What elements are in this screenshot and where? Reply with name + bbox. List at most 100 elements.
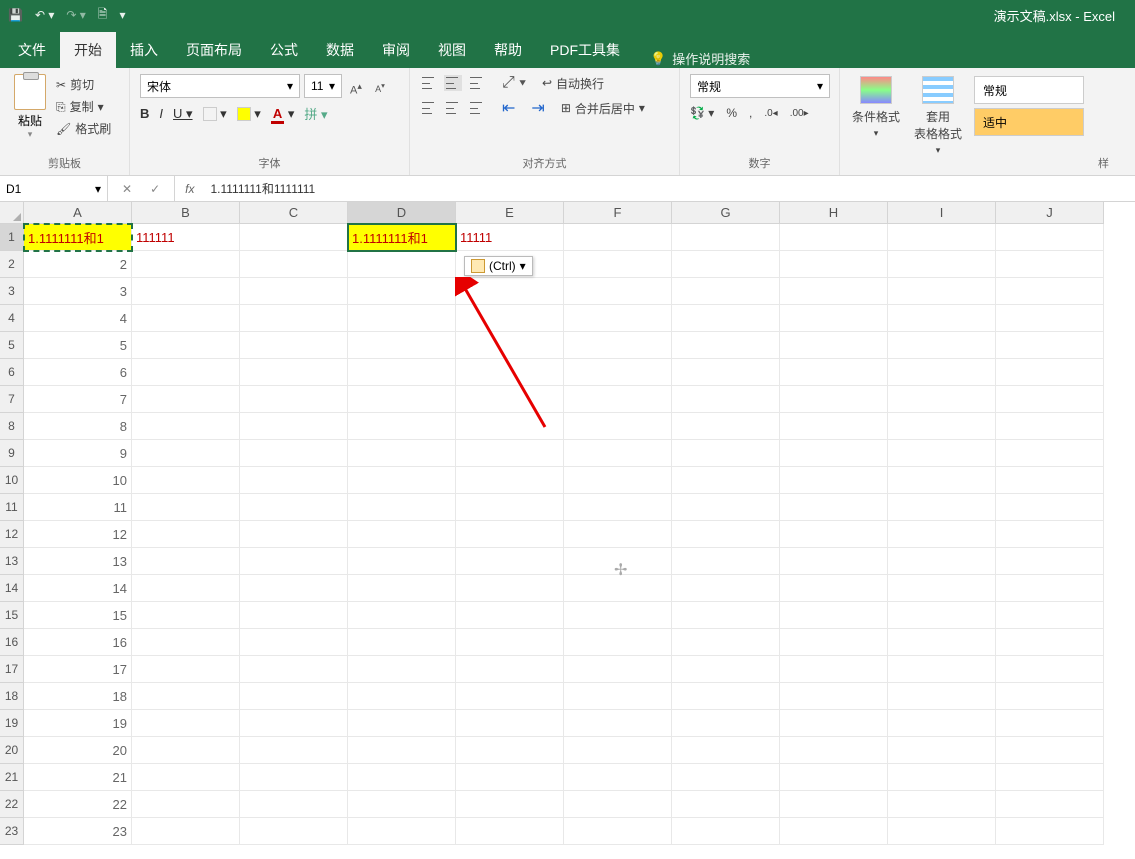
col-header-C[interactable]: C — [240, 202, 348, 224]
cell-I23[interactable] — [888, 818, 996, 845]
row-header-1[interactable]: 1 — [0, 224, 24, 251]
cell-G1[interactable] — [672, 224, 780, 251]
row-header-8[interactable]: 8 — [0, 413, 24, 440]
cell-B11[interactable] — [132, 494, 240, 521]
cell-H20[interactable] — [780, 737, 888, 764]
cell-H14[interactable] — [780, 575, 888, 602]
cell-F10[interactable] — [564, 467, 672, 494]
cell-J10[interactable] — [996, 467, 1104, 494]
cell-B8[interactable] — [132, 413, 240, 440]
cell-D12[interactable] — [348, 521, 456, 548]
fill-color-button[interactable]: ▾ — [237, 106, 261, 122]
cell-F16[interactable] — [564, 629, 672, 656]
col-header-G[interactable]: G — [672, 202, 780, 224]
cell-H11[interactable] — [780, 494, 888, 521]
cell-I16[interactable] — [888, 629, 996, 656]
cell-G23[interactable] — [672, 818, 780, 845]
cell-E4[interactable] — [456, 305, 564, 332]
cell-D3[interactable] — [348, 278, 456, 305]
fx-icon[interactable]: fx — [175, 182, 204, 196]
indent-left-button[interactable]: ⇤ — [502, 98, 515, 118]
cell-C15[interactable] — [240, 602, 348, 629]
cell-G9[interactable] — [672, 440, 780, 467]
align-left-button[interactable] — [420, 100, 438, 116]
cell-E5[interactable] — [456, 332, 564, 359]
cell-B22[interactable] — [132, 791, 240, 818]
col-header-D[interactable]: D — [348, 202, 456, 224]
cell-F12[interactable] — [564, 521, 672, 548]
cell-I15[interactable] — [888, 602, 996, 629]
cell-C21[interactable] — [240, 764, 348, 791]
cell-I12[interactable] — [888, 521, 996, 548]
cell-C13[interactable] — [240, 548, 348, 575]
cell-E10[interactable] — [456, 467, 564, 494]
confirm-edit-icon[interactable]: ✓ — [150, 182, 160, 196]
cell-D7[interactable] — [348, 386, 456, 413]
cell-A1[interactable]: 1.1111111和1 — [24, 224, 132, 251]
cell-H3[interactable] — [780, 278, 888, 305]
cell-F15[interactable] — [564, 602, 672, 629]
cell-H12[interactable] — [780, 521, 888, 548]
copy-button[interactable]: ⎘复制 ▾ — [56, 96, 111, 118]
cell-D21[interactable] — [348, 764, 456, 791]
cell-A22[interactable]: 22 — [24, 791, 132, 818]
cell-A21[interactable]: 21 — [24, 764, 132, 791]
cell-C5[interactable] — [240, 332, 348, 359]
cell-I13[interactable] — [888, 548, 996, 575]
cell-H1[interactable] — [780, 224, 888, 251]
row-header-18[interactable]: 18 — [0, 683, 24, 710]
cell-J18[interactable] — [996, 683, 1104, 710]
cell-H13[interactable] — [780, 548, 888, 575]
cell-H17[interactable] — [780, 656, 888, 683]
cut-button[interactable]: ✂剪切 — [56, 74, 111, 96]
cell-D13[interactable] — [348, 548, 456, 575]
format-painter-button[interactable]: 🖌格式刷 — [56, 118, 111, 140]
cell-H7[interactable] — [780, 386, 888, 413]
cell-J5[interactable] — [996, 332, 1104, 359]
cell-D11[interactable] — [348, 494, 456, 521]
cell-J6[interactable] — [996, 359, 1104, 386]
cell-styles-gallery[interactable]: 常规 适中 — [974, 76, 1084, 173]
cell-J23[interactable] — [996, 818, 1104, 845]
row-header-6[interactable]: 6 — [0, 359, 24, 386]
cell-I14[interactable] — [888, 575, 996, 602]
cell-F14[interactable] — [564, 575, 672, 602]
cell-A10[interactable]: 10 — [24, 467, 132, 494]
cell-G3[interactable] — [672, 278, 780, 305]
cell-E7[interactable] — [456, 386, 564, 413]
cell-I10[interactable] — [888, 467, 996, 494]
cell-F23[interactable] — [564, 818, 672, 845]
cell-E20[interactable] — [456, 737, 564, 764]
cell-J11[interactable] — [996, 494, 1104, 521]
tab-home[interactable]: 开始 — [60, 32, 116, 68]
italic-button[interactable]: I — [159, 106, 163, 121]
cell-I7[interactable] — [888, 386, 996, 413]
cell-A15[interactable]: 15 — [24, 602, 132, 629]
indent-right-button[interactable]: ⇥ — [531, 98, 544, 118]
increase-decimal-button[interactable]: .0◂ — [764, 108, 777, 119]
cell-A7[interactable]: 7 — [24, 386, 132, 413]
cell-G17[interactable] — [672, 656, 780, 683]
row-header-11[interactable]: 11 — [0, 494, 24, 521]
col-header-B[interactable]: B — [132, 202, 240, 224]
cell-G18[interactable] — [672, 683, 780, 710]
cell-D19[interactable] — [348, 710, 456, 737]
cell-H4[interactable] — [780, 305, 888, 332]
cell-A8[interactable]: 8 — [24, 413, 132, 440]
row-header-15[interactable]: 15 — [0, 602, 24, 629]
row-header-3[interactable]: 3 — [0, 278, 24, 305]
cell-F21[interactable] — [564, 764, 672, 791]
row-header-5[interactable]: 5 — [0, 332, 24, 359]
row-header-17[interactable]: 17 — [0, 656, 24, 683]
select-all-button[interactable] — [0, 202, 24, 224]
cell-J14[interactable] — [996, 575, 1104, 602]
cell-J4[interactable] — [996, 305, 1104, 332]
tab-layout[interactable]: 页面布局 — [172, 32, 256, 68]
cell-G7[interactable] — [672, 386, 780, 413]
font-color-button[interactable]: A ▾ — [271, 106, 295, 122]
cell-D4[interactable] — [348, 305, 456, 332]
cell-F7[interactable] — [564, 386, 672, 413]
cell-G16[interactable] — [672, 629, 780, 656]
cell-B9[interactable] — [132, 440, 240, 467]
cell-A5[interactable]: 5 — [24, 332, 132, 359]
